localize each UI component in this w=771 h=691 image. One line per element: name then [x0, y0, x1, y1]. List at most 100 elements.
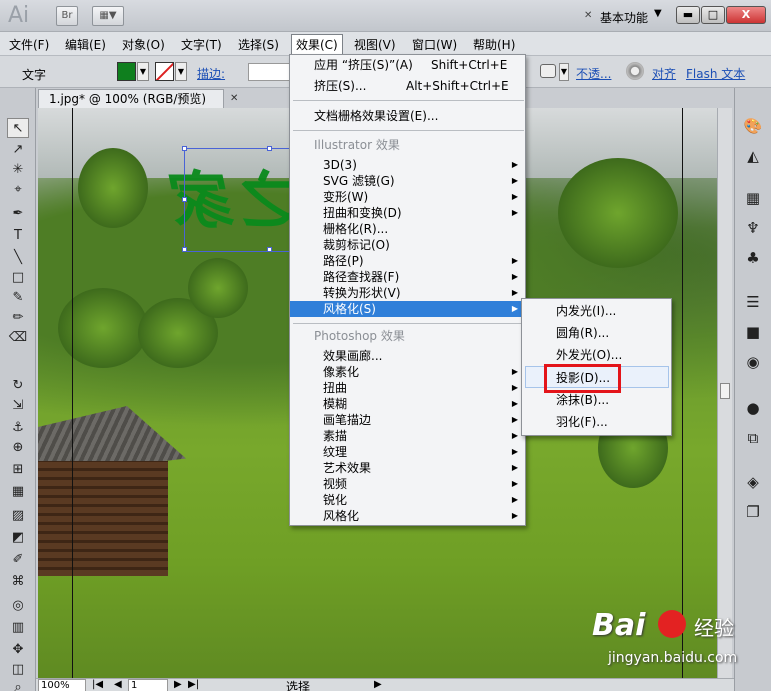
menu-raster-settings[interactable]: 文档栅格效果设置(E)... [290, 106, 525, 127]
workspace-switcher[interactable]: 基本功能 [600, 9, 648, 26]
lasso-tool[interactable]: ⌖ [7, 180, 29, 200]
selection-tool[interactable]: ↖ [7, 118, 29, 138]
menu-view[interactable]: 视图(V) [354, 36, 396, 53]
menu-path[interactable]: 路径(P) ▶ [290, 253, 525, 269]
layers-icon[interactable]: ◈ [743, 472, 763, 492]
eyedropper-tool[interactable]: ✐ [7, 550, 29, 570]
menu-edit[interactable]: 编辑(E) [65, 36, 106, 53]
rectangle-tool[interactable]: □ [7, 268, 29, 288]
color-panel-icon[interactable]: 🎨 [743, 116, 763, 136]
document-tab[interactable]: 1.jpg* @ 100% (RGB/预览) [38, 89, 224, 108]
align-link[interactable]: 对齐 [652, 65, 676, 82]
menu-object[interactable]: 对象(O) [122, 36, 165, 53]
submenu-outer-glow[interactable]: 外发光(O)... [522, 344, 671, 366]
search-close-icon[interactable]: ✕ [584, 10, 592, 21]
blend-tool[interactable]: ⌘ [7, 572, 29, 592]
free-transform-tool[interactable]: ⊕ [7, 438, 29, 458]
stroke-link[interactable]: 描边: [197, 65, 225, 82]
menu-blur[interactable]: 模糊 ▶ [290, 396, 525, 412]
transparency-icon[interactable]: ◉ [743, 352, 763, 372]
artboard-tool[interactable]: ✥ [7, 640, 29, 660]
menu-file[interactable]: 文件(F) [9, 36, 49, 53]
resize-handle[interactable] [182, 146, 187, 151]
first-artboard-icon[interactable]: |◀ [92, 679, 103, 690]
menu-effect-gallery[interactable]: 效果画廊... [290, 348, 525, 364]
close-window-button[interactable]: X [726, 6, 766, 24]
warp-tool[interactable]: ⚓ [7, 418, 29, 438]
menu-warp[interactable]: 变形(W) ▶ [290, 189, 525, 205]
menu-stylize-photoshop[interactable]: 风格化 ▶ [290, 508, 525, 524]
resize-handle[interactable] [182, 197, 187, 202]
stroke-dropdown-arrow[interactable]: ▼ [175, 62, 187, 81]
direct-selection-tool[interactable]: ↗ [7, 140, 29, 160]
resize-handle[interactable] [182, 247, 187, 252]
graphic-styles-icon[interactable]: ⧉ [743, 428, 763, 448]
eraser-tool[interactable]: ⌫ [7, 328, 29, 348]
scrollbar-thumb[interactable] [720, 383, 730, 399]
minimize-button[interactable]: ▬ [676, 6, 700, 24]
zoom-tool[interactable]: ⌕ [7, 678, 29, 691]
last-artboard-icon[interactable]: ▶| [188, 679, 199, 690]
menu-convert-to-shape[interactable]: 转换为形状(V) ▶ [290, 285, 525, 301]
opacity-chevron-icon[interactable]: ▼ [559, 63, 569, 81]
bridge-button[interactable]: Br [56, 6, 78, 26]
status-text[interactable]: 选择 [286, 678, 310, 691]
appearance-icon[interactable]: ● [743, 398, 763, 418]
menu-crop-marks[interactable]: 裁剪标记(O) [290, 237, 525, 253]
perspective-grid-tool[interactable]: ▦ [7, 482, 29, 502]
rotate-tool[interactable]: ↻ [7, 376, 29, 396]
resize-handle[interactable] [267, 146, 272, 151]
status-menu-icon[interactable]: ▶ [374, 679, 382, 690]
pencil-tool[interactable]: ✏ [7, 308, 29, 328]
type-tool[interactable]: T [7, 226, 29, 246]
menu-squeeze[interactable]: 挤压(S)... Alt+Shift+Ctrl+E [290, 76, 525, 97]
color-guide-icon[interactable]: ◭ [743, 146, 763, 166]
resize-handle[interactable] [267, 247, 272, 252]
artboard-number-field[interactable]: 1 [128, 679, 168, 691]
slice-tool[interactable]: ◫ [7, 660, 29, 680]
symbols-icon[interactable]: ♣ [743, 248, 763, 268]
arrange-documents-button[interactable]: ▦▼ [92, 6, 124, 26]
menu-pathfinder[interactable]: 路径查找器(F) ▶ [290, 269, 525, 285]
pen-tool[interactable]: ✒ [7, 204, 29, 224]
menu-help[interactable]: 帮助(H) [473, 36, 515, 53]
menu-distort-transform[interactable]: 扭曲和变换(D) ▶ [290, 205, 525, 221]
fill-dropdown-arrow[interactable]: ▼ [137, 62, 149, 81]
menu-sketch[interactable]: 素描 ▶ [290, 428, 525, 444]
menu-type[interactable]: 文字(T) [181, 36, 222, 53]
artboards-icon[interactable]: ❐ [743, 502, 763, 522]
gradient-tool[interactable]: ◩ [7, 528, 29, 548]
column-graph-tool[interactable]: ▥ [7, 618, 29, 638]
opacity-link[interactable]: 不透... [576, 65, 611, 82]
menu-sharpen[interactable]: 锐化 ▶ [290, 492, 525, 508]
submenu-inner-glow[interactable]: 内发光(I)... [522, 300, 671, 322]
prev-artboard-icon[interactable]: ◀ [114, 679, 122, 690]
scale-tool[interactable]: ⇲ [7, 396, 29, 416]
vertical-scrollbar[interactable] [717, 108, 732, 678]
menu-artistic[interactable]: 艺术效果 ▶ [290, 460, 525, 476]
swatches-icon[interactable]: ▦ [743, 188, 763, 208]
menu-window[interactable]: 窗口(W) [412, 36, 457, 53]
brush-definition-icon[interactable] [540, 64, 556, 78]
symbol-sprayer-tool[interactable]: ◎ [7, 596, 29, 616]
menu-video[interactable]: 视频 ▶ [290, 476, 525, 492]
recolor-artwork-icon[interactable] [626, 62, 644, 80]
stroke-color-swatch[interactable] [155, 62, 174, 81]
menu-apply-squeeze[interactable]: 应用 “挤压(S)”(A) Shift+Ctrl+E [290, 55, 525, 76]
fill-color-swatch[interactable] [117, 62, 136, 81]
maximize-button[interactable]: □ [701, 6, 725, 24]
line-segment-tool[interactable]: ╲ [7, 248, 29, 268]
next-artboard-icon[interactable]: ▶ [174, 679, 182, 690]
shape-builder-tool[interactable]: ⊞ [7, 460, 29, 480]
magic-wand-tool[interactable]: ✳ [7, 160, 29, 180]
menu-rasterize[interactable]: 栅格化(R)... [290, 221, 525, 237]
menu-select[interactable]: 选择(S) [238, 36, 279, 53]
brushes-icon[interactable]: ♆ [743, 218, 763, 238]
workspace-chevron-icon[interactable]: ▼ [654, 8, 662, 19]
menu-svg-filters[interactable]: SVG 滤镜(G) ▶ [290, 173, 525, 189]
gradient-panel-icon[interactable]: ■ [743, 322, 763, 342]
menu-pixelate[interactable]: 像素化 ▶ [290, 364, 525, 380]
close-tab-icon[interactable]: ✕ [230, 93, 238, 104]
menu-effect[interactable]: 效果(C) [291, 34, 343, 55]
mesh-tool[interactable]: ▨ [7, 506, 29, 526]
